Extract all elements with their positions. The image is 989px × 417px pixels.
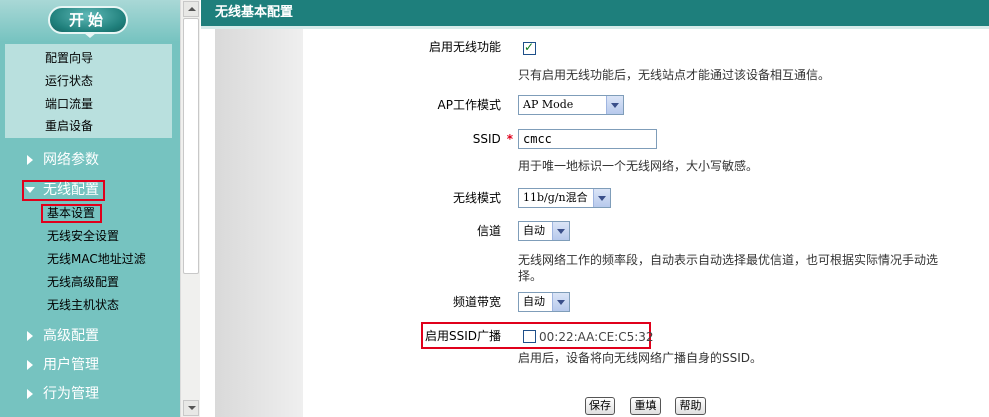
reset-button[interactable]: 重填 xyxy=(630,397,661,415)
start-arrow-icon xyxy=(84,33,96,38)
chevron-down-icon[interactable] xyxy=(606,96,623,114)
expand-right-icon xyxy=(27,389,33,399)
sidebar-category-advanced[interactable]: 高级配置 xyxy=(27,327,99,345)
quick-item-setup-wizard[interactable]: 配置向导 xyxy=(45,50,93,66)
category-label: 无线配置 xyxy=(43,182,99,198)
category-label: 用户管理 xyxy=(43,357,99,373)
left-panel xyxy=(215,29,303,417)
expand-right-icon xyxy=(27,155,33,165)
wireless-mode-value: 11b/g/n混合 xyxy=(523,191,588,204)
chevron-down-icon[interactable] xyxy=(552,222,569,240)
bandwidth-select[interactable]: 自动 xyxy=(518,292,570,312)
expand-right-icon xyxy=(27,360,33,370)
ssid-label-text: SSID xyxy=(472,132,501,146)
quick-item-run-status[interactable]: 运行状态 xyxy=(45,73,93,89)
sidebar-category-users[interactable]: 用户管理 xyxy=(27,356,99,374)
page-title: 无线基本配置 xyxy=(201,0,989,29)
scroll-down-icon[interactable] xyxy=(183,400,199,416)
category-label: 行为管理 xyxy=(43,386,99,402)
ssid-broadcast-label: 启用SSID广播 xyxy=(425,329,502,343)
sidebar-scrollbar[interactable] xyxy=(180,0,200,417)
help-button[interactable]: 帮助 xyxy=(675,397,706,415)
bandwidth-value: 自动 xyxy=(523,295,545,308)
chevron-down-icon[interactable] xyxy=(552,293,569,311)
sidebar-category-behavior[interactable]: 行为管理 xyxy=(27,385,99,403)
category-label: 网络参数 xyxy=(43,152,99,168)
ssid-broadcast-checkbox[interactable] xyxy=(523,330,536,343)
sidebar-item-wireless-security[interactable]: 无线安全设置 xyxy=(47,228,119,244)
bandwidth-label: 频道带宽 xyxy=(452,295,501,309)
sidebar: 开始 配置向导 运行状态 端口流量 重启设备 网络参数 无线配置 基本设置 无线… xyxy=(0,0,180,417)
ap-mode-label: AP工作模式 xyxy=(437,98,501,112)
expand-down-icon xyxy=(25,187,35,193)
category-label: 高级配置 xyxy=(43,328,99,344)
wireless-mode-select[interactable]: 11b/g/n混合 xyxy=(518,188,611,208)
enable-wireless-checkbox[interactable] xyxy=(523,40,536,55)
sidebar-item-wireless-hosts[interactable]: 无线主机状态 xyxy=(47,297,119,313)
chevron-down-icon[interactable] xyxy=(593,189,610,207)
channel-select[interactable]: 自动 xyxy=(518,221,570,241)
wireless-mode-label: 无线模式 xyxy=(452,191,501,205)
enable-wireless-hint: 只有启用无线功能后，无线站点才能通过该设备相互通信。 xyxy=(518,68,831,82)
quick-item-port-traffic[interactable]: 端口流量 xyxy=(45,96,93,112)
channel-value: 自动 xyxy=(523,224,545,237)
enable-wireless-label: 启用无线功能 xyxy=(428,40,501,54)
ssid-broadcast-hint: 启用后，设备将向无线网络广播自身的SSID。 xyxy=(518,351,763,365)
ap-mode-value: AP Mode xyxy=(523,98,574,111)
start-header: 开始 xyxy=(0,0,180,42)
ssid-input[interactable]: cmcc xyxy=(518,129,657,149)
sidebar-item-basic-settings[interactable]: 基本设置 xyxy=(47,205,95,221)
ssid-label: SSID * xyxy=(427,131,513,147)
start-button[interactable]: 开始 xyxy=(48,6,128,34)
quick-menu: 配置向导 运行状态 端口流量 重启设备 xyxy=(5,44,172,138)
main-content: 无线基本配置 启用无线功能 只有启用无线功能后，无线站点才能通过该设备相互通信。… xyxy=(201,0,989,417)
scroll-thumb[interactable] xyxy=(183,18,199,274)
sidebar-category-network[interactable]: 网络参数 xyxy=(27,151,99,169)
scroll-up-icon[interactable] xyxy=(183,1,199,17)
ap-mode-select[interactable]: AP Mode xyxy=(518,95,624,115)
channel-hint: 无线网络工作的频率段，自动表示自动选择最优信道，也可根据实际情况手动选择。 xyxy=(518,253,939,283)
ssid-hint: 用于唯一地标识一个无线网络，大小写敏感。 xyxy=(518,159,759,173)
mac-address: 00:22:AA:CE:C5:32 xyxy=(539,330,654,344)
sidebar-category-wireless[interactable]: 无线配置 xyxy=(25,181,99,199)
save-button[interactable]: 保存 xyxy=(585,397,615,415)
quick-item-reboot[interactable]: 重启设备 xyxy=(45,118,93,134)
expand-right-icon xyxy=(27,331,33,341)
sidebar-item-mac-filter[interactable]: 无线MAC地址过滤 xyxy=(47,251,146,267)
channel-label: 信道 xyxy=(476,224,501,238)
required-mark: * xyxy=(506,132,513,146)
sidebar-item-wireless-advanced[interactable]: 无线高级配置 xyxy=(47,274,119,290)
